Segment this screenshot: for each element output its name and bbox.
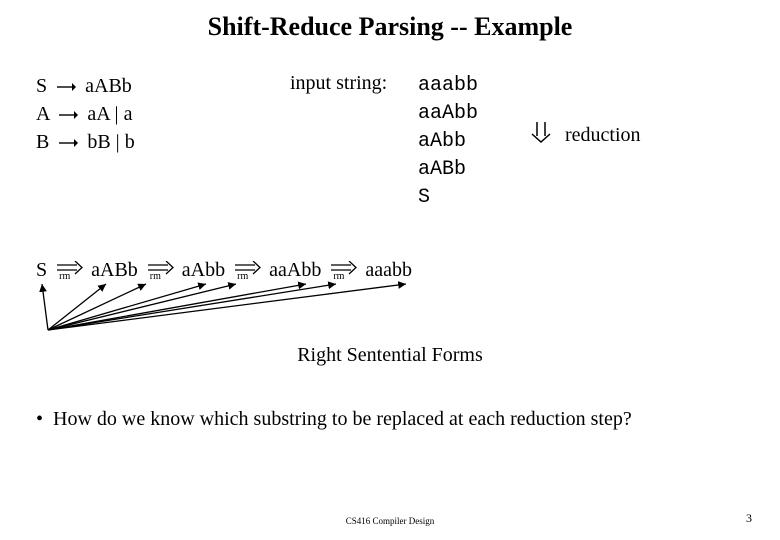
slide: Shift-Reduce Parsing -- Example S aABb A… xyxy=(0,0,780,540)
footer-course: CS416 Compiler Design xyxy=(0,516,780,526)
derivation-step: aaAbb xyxy=(418,100,478,128)
grammar-rhs: bB | b xyxy=(87,131,134,153)
derivation-step: S xyxy=(418,184,478,212)
chain-step: S xyxy=(36,259,47,282)
derivation-step: aAbb xyxy=(418,128,478,156)
slide-title: Shift-Reduce Parsing -- Example xyxy=(0,12,780,42)
chain-step: aAbb xyxy=(182,259,225,282)
grammar-lhs: S xyxy=(36,75,47,97)
grammar-rule: S aABb xyxy=(36,72,135,100)
handle-arrows-icon xyxy=(36,280,456,340)
reduction-label: reduction xyxy=(565,124,641,147)
page-number: 3 xyxy=(746,511,752,526)
produces-arrow-icon xyxy=(56,80,76,94)
grammar-lhs: A xyxy=(36,103,49,125)
bullet-text: How do we know which substring to be rep… xyxy=(53,408,632,430)
derivation-chain: S rm aABb rm aAbb rm aaAbb rm aaabb xyxy=(36,258,412,282)
input-string-label: input string: xyxy=(290,72,387,95)
derivation-step: aABb xyxy=(418,156,478,184)
grammar-rule: A aA | a xyxy=(36,100,135,128)
grammar-block: S aABb A aA | a B bB | b xyxy=(36,72,135,156)
grammar-lhs: B xyxy=(36,131,49,153)
derives-rm-icon: rm xyxy=(146,259,174,281)
produces-arrow-icon xyxy=(58,108,78,122)
down-double-arrow-icon xyxy=(530,120,552,144)
bullet-point: • How do we know which substring to be re… xyxy=(36,408,744,431)
produces-arrow-icon xyxy=(58,136,78,150)
chain-step: aaabb xyxy=(365,259,412,282)
grammar-rhs: aABb xyxy=(85,75,132,97)
derives-rm-icon: rm xyxy=(329,259,357,281)
derivation-column: aaabb aaAbb aAbb aABb S xyxy=(418,72,478,212)
derives-rm-icon: rm xyxy=(55,259,83,281)
grammar-rule: B bB | b xyxy=(36,128,135,156)
chain-step: aABb xyxy=(91,259,138,282)
bullet-dot-icon: • xyxy=(36,408,43,430)
grammar-rhs: aA | a xyxy=(87,103,132,125)
derivation-step: aaabb xyxy=(418,72,478,100)
chain-step: aaAbb xyxy=(269,259,321,282)
derives-rm-icon: rm xyxy=(233,259,261,281)
right-sentential-forms-label: Right Sentential Forms xyxy=(0,344,780,367)
